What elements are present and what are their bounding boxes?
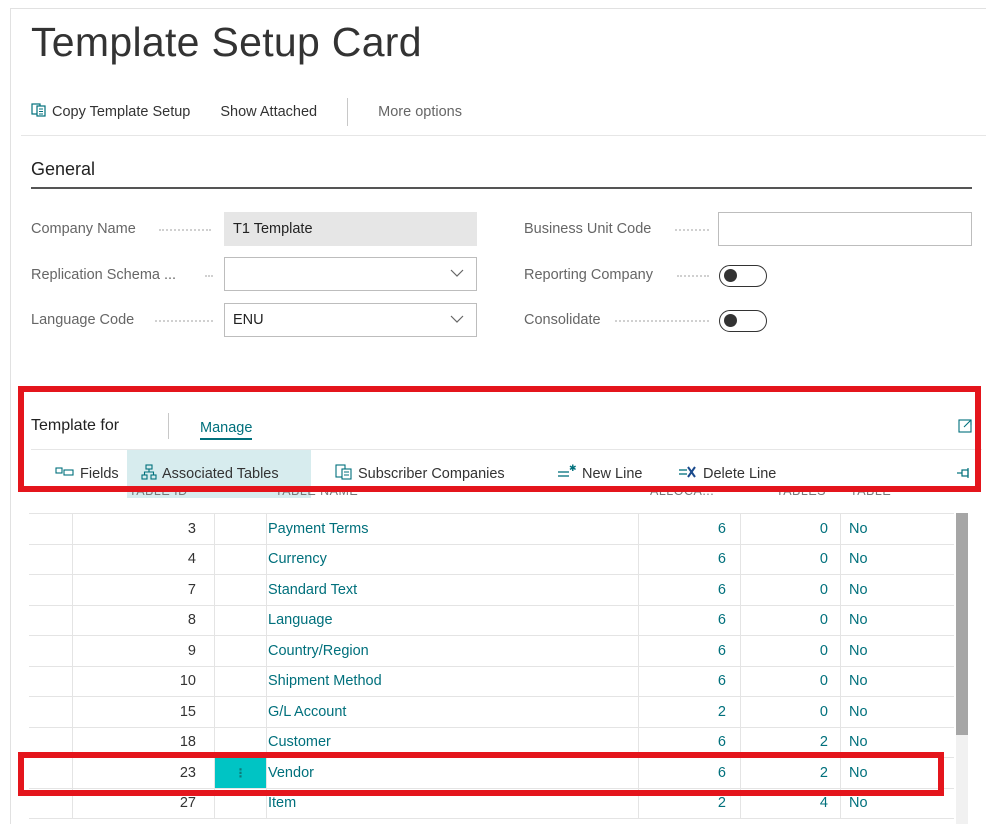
business-unit-code-leader [675, 229, 709, 231]
row-selector[interactable] [29, 605, 73, 635]
allocations-cell[interactable]: 6 [639, 605, 741, 635]
language-code-leader [155, 320, 213, 322]
row-selector[interactable] [29, 697, 73, 727]
table-id-cell: 7 [73, 575, 215, 605]
table-name-cell[interactable]: Shipment Method [267, 666, 639, 696]
reporting-company-leader [677, 275, 709, 277]
consolidate-leader [615, 320, 709, 322]
row-actions-cell[interactable] [215, 605, 267, 635]
table-id-cell: 4 [73, 544, 215, 574]
general-section-rule [31, 187, 972, 189]
tables-cell[interactable]: 0 [741, 544, 841, 574]
action-bar: Copy Template Setup Show Attached More o… [31, 97, 492, 127]
replication-schema-leader [205, 275, 213, 277]
table-id-cell: 10 [73, 666, 215, 696]
table-row[interactable]: 10 Shipment Method 6 0 No [29, 666, 954, 697]
row-selector[interactable] [29, 514, 73, 544]
consolidate-label: Consolidate [524, 312, 601, 328]
company-name-label: Company Name [31, 221, 136, 237]
row-actions-cell[interactable] [215, 575, 267, 605]
table-row[interactable]: 15 G/L Account 2 0 No [29, 697, 954, 728]
chevron-down-icon [450, 266, 464, 280]
more-options-button[interactable]: More options [378, 104, 462, 120]
replication-schema-select[interactable] [224, 257, 477, 291]
page-title: Template Setup Card [31, 19, 422, 65]
table-name-cell[interactable]: Standard Text [267, 575, 639, 605]
row-actions-cell[interactable] [215, 666, 267, 696]
row-selector[interactable] [29, 575, 73, 605]
company-name-leader [159, 229, 211, 231]
table-row[interactable]: 9 Country/Region 6 0 No [29, 636, 954, 667]
tables-cell[interactable]: 0 [741, 636, 841, 666]
business-unit-code-label: Business Unit Code [524, 221, 652, 237]
table-flag-cell[interactable]: No [841, 514, 954, 544]
table-name-cell[interactable]: Payment Terms [267, 514, 639, 544]
highlight-box-vendor-row [18, 752, 944, 796]
table-flag-cell[interactable]: No [841, 697, 954, 727]
scrollbar-thumb[interactable] [956, 513, 968, 735]
tables-cell[interactable]: 0 [741, 697, 841, 727]
consolidate-toggle[interactable] [719, 310, 767, 332]
table-row[interactable]: 3 Payment Terms 6 0 No [29, 514, 954, 545]
table-id-cell: 9 [73, 636, 215, 666]
language-code-label: Language Code [31, 312, 135, 328]
tables-cell[interactable]: 0 [741, 514, 841, 544]
table-row[interactable]: 8 Language 6 0 No [29, 605, 954, 636]
toggle-knob [724, 314, 737, 327]
reporting-company-toggle[interactable] [719, 265, 767, 287]
allocations-cell[interactable]: 6 [639, 666, 741, 696]
table-flag-cell[interactable]: No [841, 636, 954, 666]
reporting-company-label: Reporting Company [524, 267, 653, 283]
allocations-cell[interactable]: 6 [639, 575, 741, 605]
grid-scrollbar[interactable] [956, 513, 968, 824]
row-actions-cell[interactable] [215, 544, 267, 574]
row-actions-cell[interactable] [215, 514, 267, 544]
tables-cell[interactable]: 0 [741, 575, 841, 605]
copy-template-setup-label: Copy Template Setup [52, 104, 191, 120]
tables-cell[interactable]: 0 [741, 605, 841, 635]
table-name-cell[interactable]: Currency [267, 544, 639, 574]
highlight-box-subpage-actions [18, 386, 981, 492]
table-row[interactable]: 4 Currency 6 0 No [29, 544, 954, 575]
allocations-cell[interactable]: 6 [639, 544, 741, 574]
language-code-select[interactable]: ENU [224, 303, 477, 337]
table-flag-cell[interactable]: No [841, 575, 954, 605]
table-flag-cell[interactable]: No [841, 545, 954, 575]
language-code-value: ENU [233, 312, 264, 328]
allocations-cell[interactable]: 6 [639, 636, 741, 666]
table-id-cell: 15 [73, 697, 215, 727]
table-flag-cell[interactable]: No [841, 606, 954, 636]
table-name-cell[interactable]: G/L Account [267, 697, 639, 727]
business-unit-code-field[interactable] [718, 212, 972, 246]
row-selector[interactable] [29, 636, 73, 666]
copy-template-setup-button[interactable]: Copy Template Setup [31, 103, 190, 121]
toggle-knob [724, 269, 737, 282]
chevron-down-icon [450, 312, 464, 326]
action-bar-separator [347, 98, 349, 126]
company-name-field[interactable]: T1 Template [224, 212, 477, 246]
table-row[interactable]: 7 Standard Text 6 0 No [29, 575, 954, 606]
more-options-label: More options [378, 104, 462, 120]
row-actions-cell[interactable] [215, 697, 267, 727]
row-selector[interactable] [29, 544, 73, 574]
allocations-cell[interactable]: 2 [639, 697, 741, 727]
row-selector[interactable] [29, 666, 73, 696]
show-attached-button[interactable]: Show Attached [220, 104, 317, 120]
table-name-cell[interactable]: Language [267, 605, 639, 635]
copy-icon [31, 103, 47, 121]
table-id-cell: 3 [73, 514, 215, 544]
table-name-cell[interactable]: Country/Region [267, 636, 639, 666]
action-bar-divider [21, 135, 986, 136]
table-id-cell: 8 [73, 605, 215, 635]
row-actions-cell[interactable] [215, 636, 267, 666]
replication-schema-label: Replication Schema ... [31, 267, 177, 283]
table-flag-cell[interactable]: No [841, 667, 954, 697]
allocations-cell[interactable]: 6 [639, 514, 741, 544]
show-attached-label: Show Attached [220, 104, 318, 120]
general-section-title[interactable]: General [31, 159, 95, 180]
tables-cell[interactable]: 0 [741, 666, 841, 696]
